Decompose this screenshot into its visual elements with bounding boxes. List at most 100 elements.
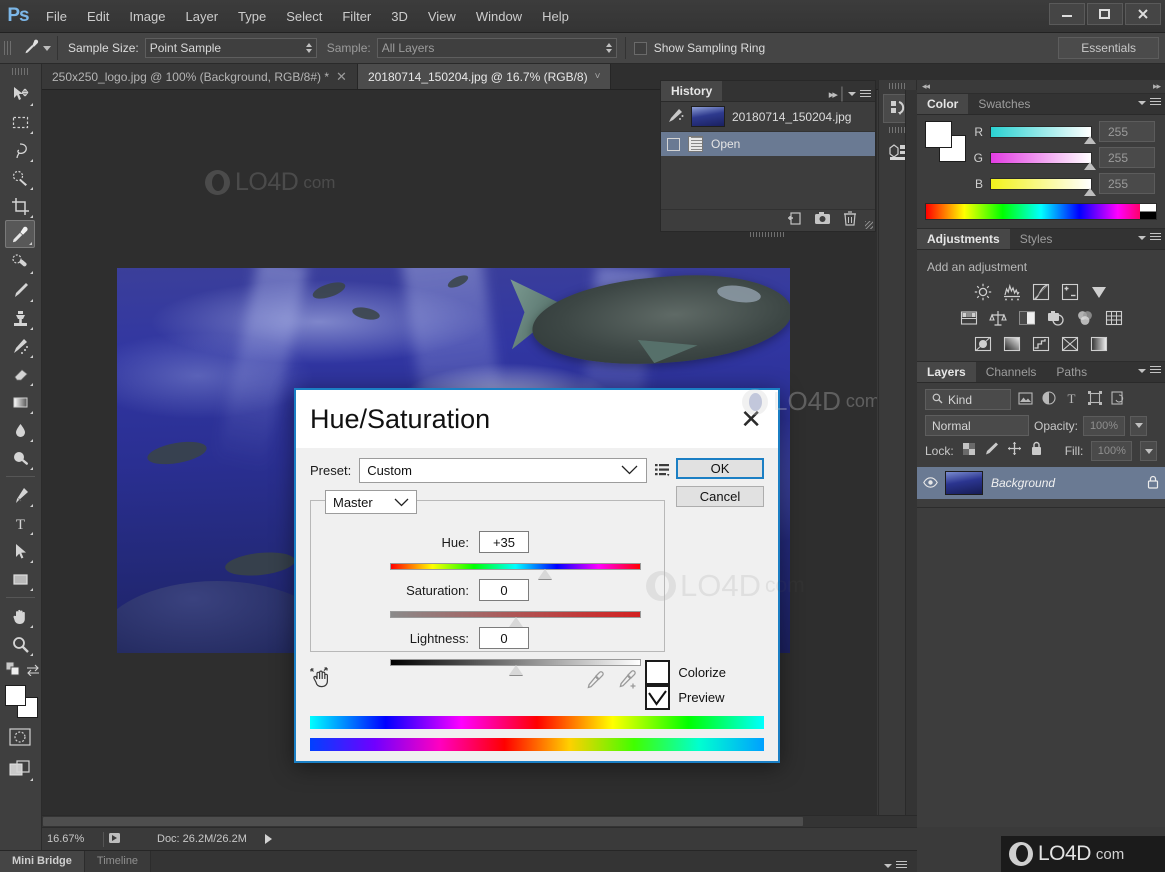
- layer-thumbnail[interactable]: [945, 471, 983, 495]
- lock-position-icon[interactable]: [1007, 441, 1022, 461]
- menu-3d[interactable]: 3D: [381, 6, 418, 27]
- exposure-icon[interactable]: [1061, 282, 1080, 301]
- menu-edit[interactable]: Edit: [77, 6, 119, 27]
- menu-filter[interactable]: Filter: [332, 6, 381, 27]
- options-bar-grip[interactable]: [4, 37, 13, 59]
- sample-size-select[interactable]: Point Sample: [144, 38, 317, 58]
- menu-help[interactable]: Help: [532, 6, 579, 27]
- panel-menu-icon[interactable]: [1150, 98, 1161, 107]
- zoom-level[interactable]: 16.67%: [42, 831, 104, 847]
- panel-menu-caret-icon[interactable]: [1138, 235, 1146, 240]
- fill-value[interactable]: 100%: [1091, 441, 1133, 461]
- tool-preset-picker[interactable]: [17, 36, 58, 60]
- zoom-tool[interactable]: [5, 630, 35, 658]
- eyedropper-add-icon[interactable]: [618, 670, 638, 695]
- eyedropper-tool[interactable]: [5, 220, 35, 248]
- dock-grip-2[interactable]: [889, 127, 906, 136]
- panel-menu-caret-icon[interactable]: [1138, 368, 1146, 373]
- layer-filter-kind-select[interactable]: Kind: [925, 389, 1011, 410]
- layers-panel-menu[interactable]: [1138, 366, 1161, 375]
- adjusted-hue-bar[interactable]: [310, 738, 764, 751]
- menu-type[interactable]: Type: [228, 6, 276, 27]
- opacity-value[interactable]: 100%: [1083, 415, 1126, 436]
- tab-paths[interactable]: Paths: [1046, 362, 1097, 382]
- tab-color[interactable]: Color: [917, 94, 969, 114]
- brightness-contrast-icon[interactable]: [974, 282, 993, 301]
- document-tab-active[interactable]: 20180714_150204.jpg @ 16.7% (RGB/8) ˅: [357, 64, 612, 89]
- menu-image[interactable]: Image: [119, 6, 175, 27]
- lasso-tool[interactable]: [5, 136, 35, 164]
- vibrance-icon[interactable]: [1090, 282, 1109, 301]
- blend-mode-select[interactable]: Normal: [925, 415, 1029, 436]
- preset-options-icon[interactable]: [655, 463, 671, 478]
- history-brush-tool[interactable]: [5, 332, 35, 360]
- filter-shape-icon[interactable]: [1086, 391, 1103, 408]
- panel-menu-icon[interactable]: [860, 89, 871, 99]
- chevron-down-icon[interactable]: ˅: [595, 71, 601, 82]
- type-tool[interactable]: T: [5, 509, 35, 537]
- panel-menu-caret-icon[interactable]: [883, 863, 892, 868]
- tab-mini-bridge[interactable]: Mini Bridge: [0, 851, 85, 872]
- color-spectrum-ramp[interactable]: [925, 203, 1157, 220]
- expand-icon[interactable]: ▸▸: [829, 88, 838, 101]
- threshold-icon[interactable]: [1032, 334, 1051, 353]
- filter-type-icon[interactable]: T: [1063, 391, 1080, 408]
- toolbox-grip[interactable]: [12, 66, 29, 77]
- close-icon[interactable]: ✕: [336, 70, 347, 83]
- foreground-color-swatch[interactable]: [5, 685, 26, 706]
- selective-color-icon[interactable]: [1061, 334, 1080, 353]
- rectangular-marquee-tool[interactable]: [5, 108, 35, 136]
- new-document-from-state-icon[interactable]: [786, 211, 802, 231]
- filter-adjustment-icon[interactable]: [1040, 391, 1057, 408]
- lock-transparency-icon[interactable]: [962, 442, 976, 461]
- tab-adjustments[interactable]: Adjustments: [917, 229, 1010, 249]
- tab-timeline[interactable]: Timeline: [84, 851, 152, 872]
- channel-slider-b[interactable]: [990, 177, 1096, 196]
- color-panel-menu[interactable]: [1138, 98, 1161, 107]
- filter-smart-object-icon[interactable]: [1109, 391, 1126, 408]
- eraser-tool[interactable]: [5, 360, 35, 388]
- lightness-track[interactable]: [390, 659, 641, 675]
- panel-resize-handle[interactable]: [865, 221, 873, 229]
- saturation-value-input[interactable]: 0: [479, 579, 529, 601]
- collapse-left-icon[interactable]: ◂◂: [922, 81, 930, 92]
- channel-value-r[interactable]: 255: [1099, 121, 1155, 142]
- path-selection-tool[interactable]: [5, 537, 35, 565]
- targeted-adjustment-hand-icon[interactable]: [310, 666, 334, 695]
- scrollbar-thumb[interactable]: [43, 817, 803, 826]
- tab-styles[interactable]: Styles: [1010, 229, 1063, 249]
- black-white-icon[interactable]: [1017, 308, 1036, 327]
- tab-swatches[interactable]: Swatches: [968, 94, 1040, 114]
- history-snapshot-row[interactable]: 20180714_150204.jpg: [661, 102, 875, 132]
- quick-mask-toggle[interactable]: [5, 723, 35, 751]
- minimize-button[interactable]: [1049, 3, 1085, 25]
- slider-knob[interactable]: [1084, 187, 1096, 196]
- eye-visibility-icon[interactable]: [923, 476, 938, 491]
- history-state-row[interactable]: Open: [661, 132, 875, 156]
- menu-layer[interactable]: Layer: [176, 6, 229, 27]
- create-snapshot-icon[interactable]: [814, 211, 831, 230]
- brush-tool[interactable]: [5, 276, 35, 304]
- panel-menu-caret-icon[interactable]: [848, 92, 856, 96]
- channel-value-g[interactable]: 255: [1099, 147, 1155, 168]
- canvas-horizontal-scrollbar[interactable]: [42, 815, 917, 827]
- eyedropper-icon[interactable]: [586, 670, 606, 695]
- saturation-knob[interactable]: [508, 617, 523, 627]
- document-tab-inactive[interactable]: 250x250_logo.jpg @ 100% (Background, RGB…: [42, 64, 358, 89]
- lightness-knob[interactable]: [508, 665, 523, 675]
- status-expand-icon[interactable]: [264, 834, 272, 844]
- gradient-map-icon[interactable]: [1090, 334, 1109, 353]
- hue-value-input[interactable]: +35: [479, 531, 529, 553]
- history-brush-source-icon[interactable]: [667, 108, 684, 126]
- delete-state-icon[interactable]: [843, 210, 857, 231]
- workspace-essentials-button[interactable]: Essentials: [1058, 37, 1159, 59]
- channel-slider-g[interactable]: [990, 151, 1096, 170]
- close-icon[interactable]: ✕: [740, 406, 762, 432]
- swap-colors-icon[interactable]: [26, 663, 40, 681]
- opacity-slider-caret-icon[interactable]: [1130, 415, 1148, 436]
- clone-stamp-tool[interactable]: [5, 304, 35, 332]
- saturation-track[interactable]: [390, 611, 641, 627]
- hand-tool[interactable]: [5, 602, 35, 630]
- channel-slider-r[interactable]: [990, 125, 1096, 144]
- posterize-icon[interactable]: [1003, 334, 1022, 353]
